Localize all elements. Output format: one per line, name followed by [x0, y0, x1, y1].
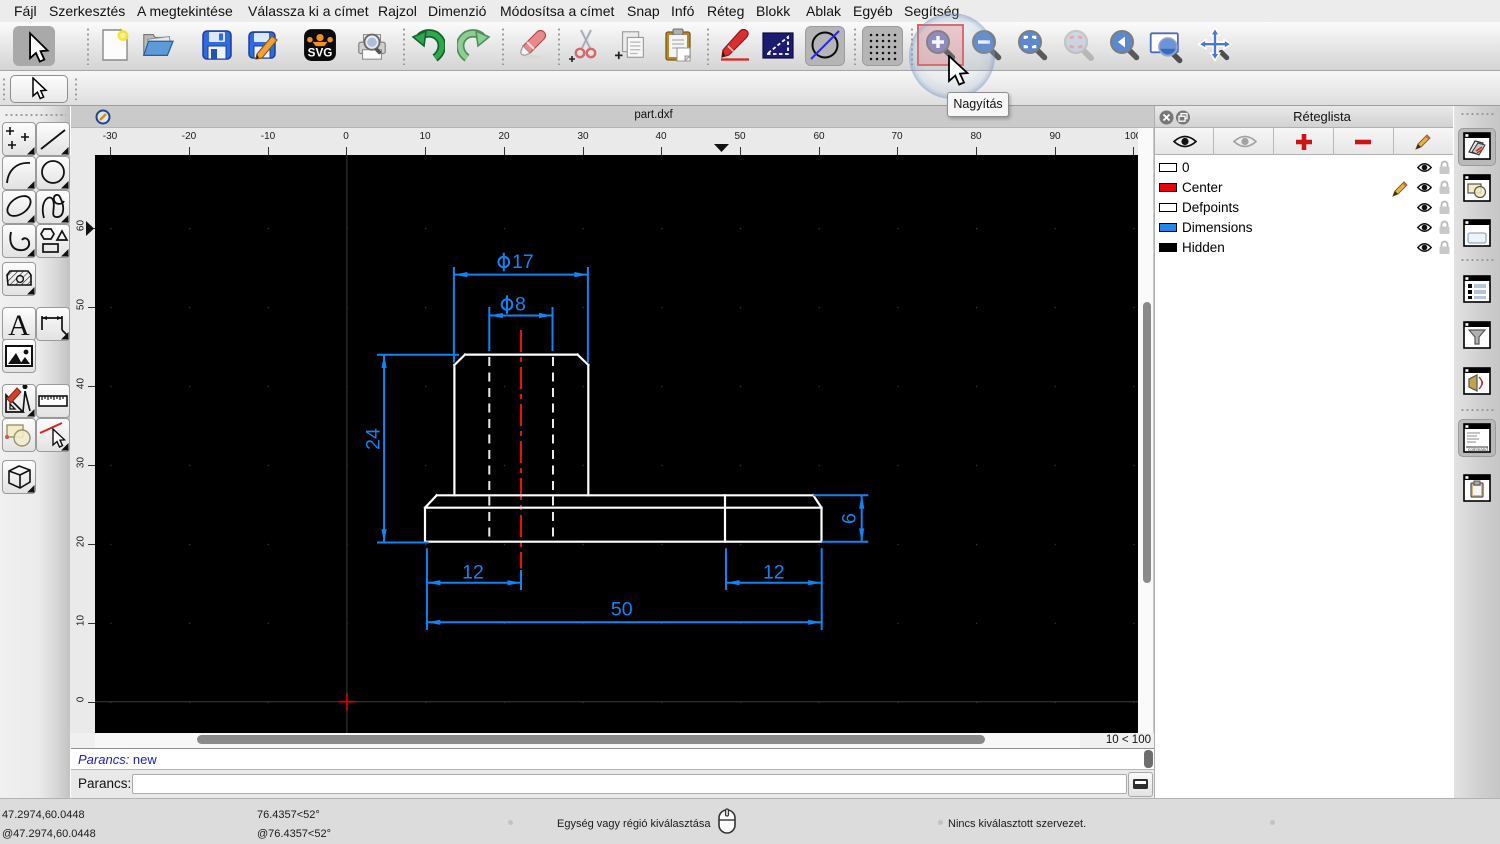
svg-text:command: command — [1468, 447, 1488, 452]
svg-text:12: 12 — [462, 562, 484, 584]
svg-text:24: 24 — [363, 428, 385, 450]
svg-text:6: 6 — [839, 513, 861, 524]
svg-text:50: 50 — [611, 599, 633, 621]
svg-text:12: 12 — [763, 562, 785, 584]
svg-text:17: 17 — [512, 251, 534, 273]
svg-text:8: 8 — [515, 294, 526, 316]
svg-text:A: A — [8, 309, 30, 340]
svg-text:SVG: SVG — [308, 47, 333, 60]
